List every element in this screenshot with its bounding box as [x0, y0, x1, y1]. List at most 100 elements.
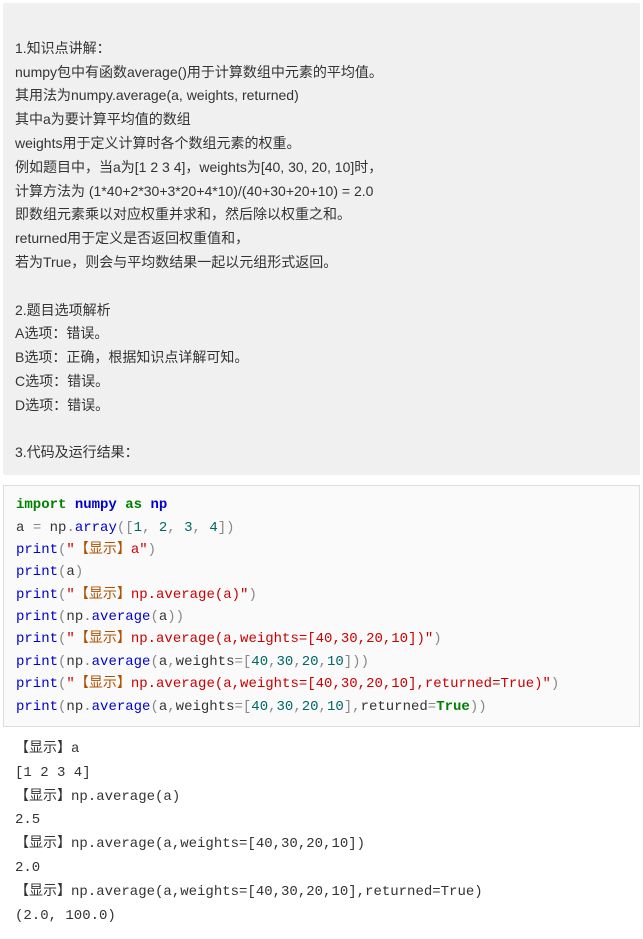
- code-line: import numpy as np: [16, 497, 167, 513]
- op-eq: =: [234, 654, 242, 670]
- fn-average: average: [92, 609, 151, 625]
- num: 30: [277, 654, 294, 670]
- code-line: print(np.average(a,weights=[40,30,20,10]…: [16, 699, 487, 715]
- fn-print: print: [16, 587, 58, 603]
- output-line: 2.0: [15, 860, 40, 876]
- kw-true: True: [436, 699, 470, 715]
- op-rpar: ): [248, 587, 256, 603]
- code-line: print(np.average(a)): [16, 609, 184, 625]
- var-a: a: [159, 699, 167, 715]
- op-comma: ,: [293, 654, 301, 670]
- output-line: 【显示】a: [15, 741, 79, 757]
- kw-as: as: [125, 497, 142, 513]
- display-marker: 【显示】: [75, 587, 131, 603]
- op-lpar: (: [150, 654, 158, 670]
- op-comma: ,: [167, 520, 175, 536]
- op-rbrk: ]: [344, 699, 352, 715]
- op-rpar: ): [352, 654, 360, 670]
- output-line: 【显示】np.average(a,weights=[40,30,20,10],r…: [15, 884, 483, 900]
- var-a: a: [16, 520, 24, 536]
- str-quote: ": [66, 542, 74, 558]
- op-comma: ,: [268, 699, 276, 715]
- str-text: np.average(a,weights=[40,30,20,10],retur…: [131, 676, 543, 692]
- op-comma: ,: [193, 520, 201, 536]
- code-line: a = np.array([1, 2, 3, 4]): [16, 520, 235, 536]
- op-comma: ,: [319, 699, 327, 715]
- str-quote: ": [139, 542, 147, 558]
- ref-np: np: [66, 609, 83, 625]
- mod-np: np: [150, 497, 167, 513]
- fn-print: print: [16, 676, 58, 692]
- code-panel: import numpy as np a = np.array([1, 2, 3…: [3, 485, 640, 727]
- fn-print: print: [16, 654, 58, 670]
- arg-weights: weights: [176, 654, 235, 670]
- op-comma: ,: [167, 699, 175, 715]
- explanation-line: 例如题目中，当a为[1 2 3 4]，weights为[40, 30, 20, …: [15, 159, 382, 175]
- explanation-line: C选项：错误。: [15, 373, 109, 389]
- explanation-line: 3.代码及运行结果：: [15, 444, 139, 460]
- arg-returned: returned: [361, 699, 428, 715]
- op-rpar: ): [167, 609, 175, 625]
- op-comma: ,: [293, 699, 301, 715]
- explanation-line: 若为True，则会与平均数结果一起以元组形式返回。: [15, 254, 337, 270]
- num: 10: [327, 699, 344, 715]
- op-rpar: ): [470, 699, 478, 715]
- str-quote: ": [66, 631, 74, 647]
- explanation-line: 其中a为要计算平均值的数组: [15, 111, 191, 127]
- op-dot: .: [66, 520, 74, 536]
- op-rbrk: ]: [218, 520, 226, 536]
- fn-print: print: [16, 542, 58, 558]
- explanation-line: A选项：错误。: [15, 325, 108, 341]
- op-eq: =: [33, 520, 41, 536]
- code-line: print("【显示】np.average(a,weights=[40,30,2…: [16, 631, 442, 647]
- ref-np: np: [66, 699, 83, 715]
- fn-print: print: [16, 564, 58, 580]
- op-lbrk: [: [125, 520, 133, 536]
- num: 40: [251, 654, 268, 670]
- code-line: print("【显示】np.average(a,weights=[40,30,2…: [16, 676, 559, 692]
- fn-array: array: [75, 520, 117, 536]
- op-rpar: ): [433, 631, 441, 647]
- op-lpar: (: [150, 699, 158, 715]
- num: 3: [184, 520, 192, 536]
- code-line: print("【显示】np.average(a)"): [16, 587, 257, 603]
- output-line: 2.5: [15, 812, 40, 828]
- explanation-line: D选项：错误。: [15, 397, 109, 413]
- explanation-line: 其用法为numpy.average(a, weights, returned): [15, 87, 299, 103]
- str-text: np.average(a): [131, 587, 240, 603]
- op-eq: =: [234, 699, 242, 715]
- explanation-line: numpy包中有函数average()用于计算数组中元素的平均值。: [15, 64, 383, 80]
- output-line: 【显示】np.average(a,weights=[40,30,20,10]): [15, 836, 365, 852]
- fn-print: print: [16, 699, 58, 715]
- display-marker: 【显示】: [75, 542, 131, 558]
- explanation-line: 1.知识点讲解：: [15, 40, 111, 56]
- op-comma: ,: [352, 699, 360, 715]
- fn-average: average: [92, 699, 151, 715]
- explanation-panel: 1.知识点讲解： numpy包中有函数average()用于计算数组中元素的平均…: [3, 3, 640, 475]
- output-line: [1 2 3 4]: [15, 765, 91, 781]
- explanation-line: B选项：正确，根据知识点详解可知。: [15, 349, 248, 365]
- op-comma: ,: [319, 654, 327, 670]
- var-a: a: [159, 609, 167, 625]
- op-eq: =: [428, 699, 436, 715]
- fn-average: average: [92, 654, 151, 670]
- op-rbrk: ]: [344, 654, 352, 670]
- explanation-line: weights用于定义计算时各个数组元素的权重。: [15, 135, 300, 151]
- num: 30: [277, 699, 294, 715]
- num: 10: [327, 654, 344, 670]
- code-line: print("【显示】a"): [16, 542, 156, 558]
- op-dot: .: [83, 609, 91, 625]
- explanation-line: returned用于定义是否返回权重值和，: [15, 230, 249, 246]
- str-quote: ": [66, 587, 74, 603]
- arg-weights: weights: [176, 699, 235, 715]
- display-marker: 【显示】: [75, 631, 131, 647]
- var-a: a: [159, 654, 167, 670]
- op-rpar: ): [551, 676, 559, 692]
- str-quote: ": [543, 676, 551, 692]
- mod-numpy: numpy: [75, 497, 117, 513]
- op-comma: ,: [167, 654, 175, 670]
- output-line: (2.0, 100.0): [15, 908, 116, 924]
- explanation-line: 即数组元素乘以对应权重并求和，然后除以权重之和。: [15, 206, 351, 222]
- code-line: print(a): [16, 564, 83, 580]
- num: 40: [251, 699, 268, 715]
